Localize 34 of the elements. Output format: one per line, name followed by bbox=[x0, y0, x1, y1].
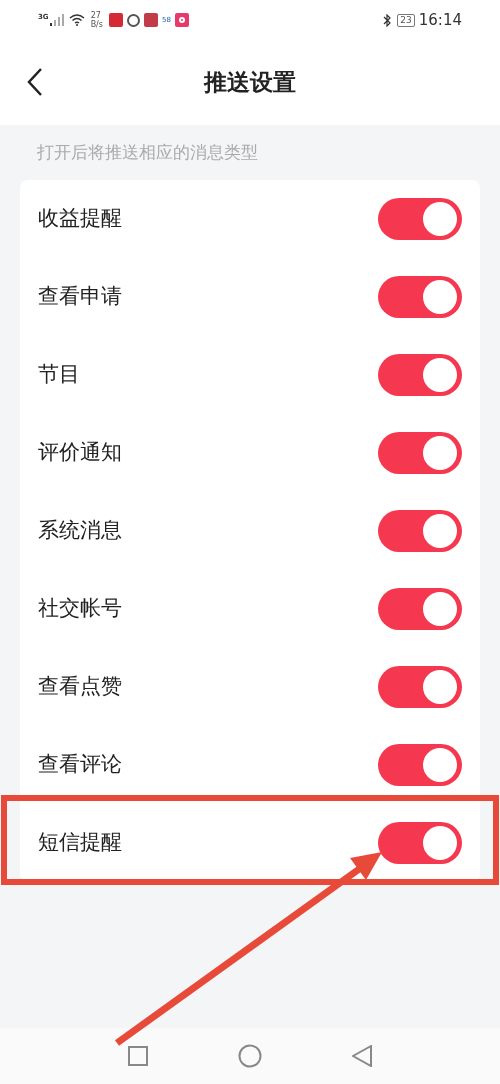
app-icon bbox=[144, 13, 158, 27]
app-icon bbox=[174, 13, 189, 27]
toggle-switch[interactable] bbox=[378, 744, 462, 786]
toggle-switch[interactable] bbox=[378, 432, 462, 474]
page-title: 推送设置 bbox=[204, 68, 296, 98]
bluetooth-icon bbox=[383, 13, 392, 27]
hint-text: 打开后将推送相应的消息类型 bbox=[37, 140, 258, 164]
signal-icon bbox=[49, 14, 64, 26]
setting-label: 评价通知 bbox=[38, 439, 123, 467]
toggle-switch[interactable] bbox=[378, 666, 462, 708]
speed-value: 27 bbox=[90, 11, 102, 20]
home-icon[interactable] bbox=[238, 1044, 262, 1068]
wifi-icon bbox=[68, 14, 85, 26]
toggle-switch[interactable] bbox=[378, 510, 462, 552]
setting-label: 查看点赞 bbox=[38, 673, 123, 701]
clock-app-icon bbox=[127, 13, 140, 27]
app-icon bbox=[109, 13, 123, 27]
toggle-switch[interactable] bbox=[378, 198, 462, 240]
toggle-switch[interactable] bbox=[378, 276, 462, 318]
setting-label: 系统消息 bbox=[38, 517, 123, 545]
clock-time: 16:14 bbox=[418, 9, 462, 31]
battery-indicator: 23 bbox=[397, 13, 415, 27]
setting-label: 节目 bbox=[38, 361, 81, 389]
setting-label: 收益提醒 bbox=[38, 205, 123, 233]
setting-label: 社交帐号 bbox=[38, 595, 123, 623]
setting-label: 短信提醒 bbox=[38, 829, 123, 857]
toggle-switch[interactable] bbox=[378, 354, 462, 396]
back-icon[interactable] bbox=[352, 1045, 372, 1067]
toggle-switch[interactable] bbox=[378, 588, 462, 630]
setting-label: 查看申请 bbox=[38, 283, 123, 311]
recent-apps-icon[interactable] bbox=[128, 1046, 148, 1066]
speed-unit: B/s bbox=[90, 20, 103, 29]
setting-label: 查看评论 bbox=[38, 751, 123, 779]
toggle-switch[interactable] bbox=[378, 822, 462, 864]
